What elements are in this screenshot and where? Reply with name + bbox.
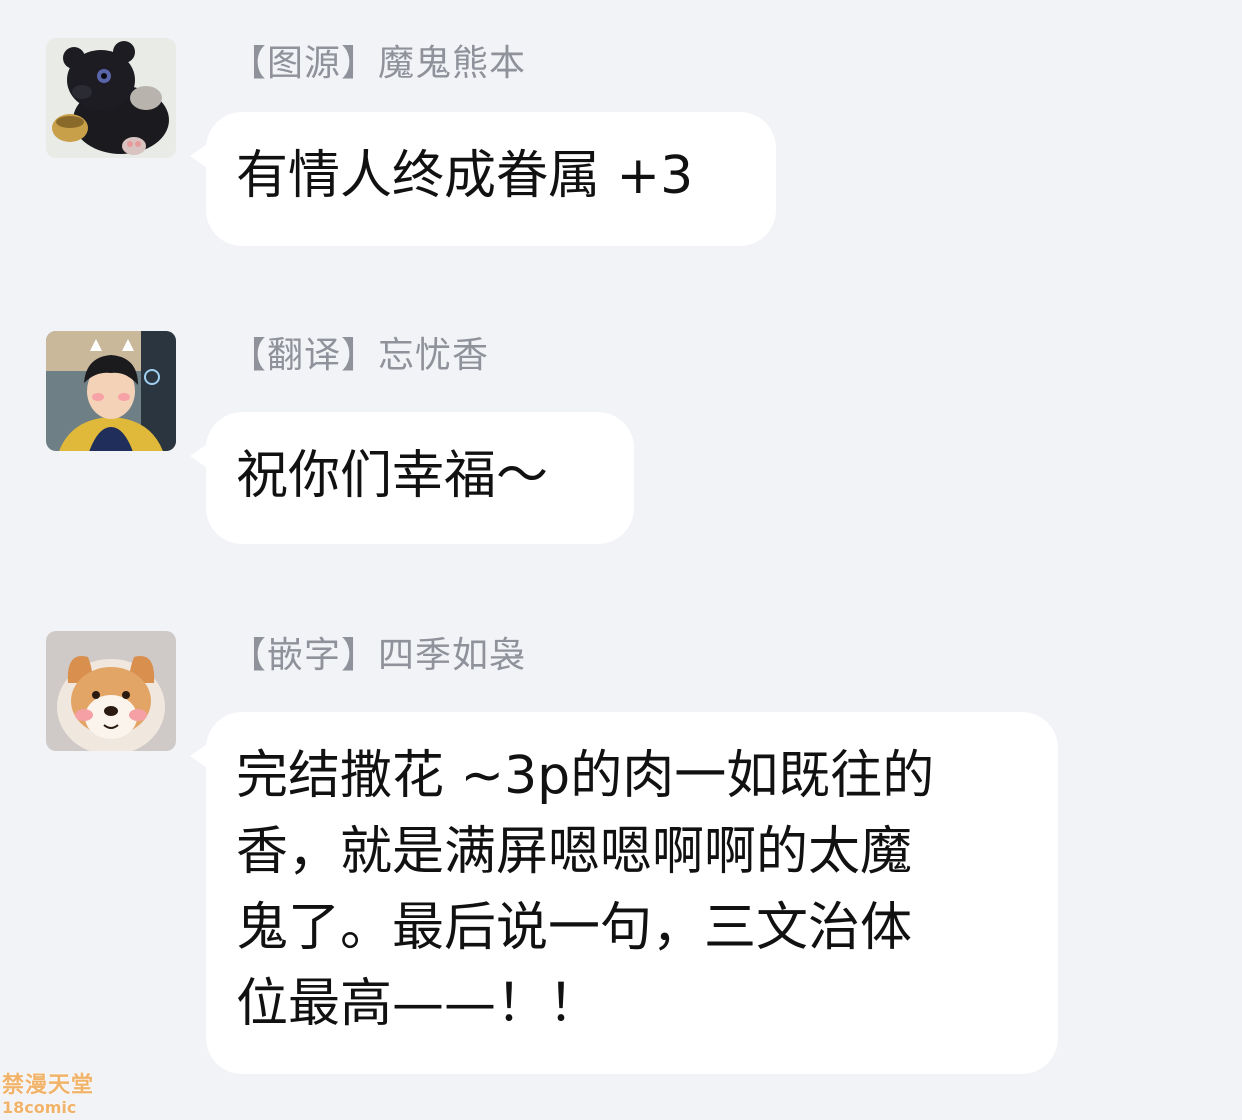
message-text-line: 位最高——！！	[236, 974, 601, 1034]
message-text: 有情人终成眷属 +3	[236, 146, 694, 206]
message-text-line: 香，就是满屏嗯嗯啊啊的太魔	[236, 822, 913, 882]
avatar-person-photo-icon[interactable]	[46, 331, 176, 451]
watermark-subtitle: 18comic	[2, 1098, 77, 1117]
avatar-shiba-dog-icon[interactable]	[46, 631, 176, 751]
message-text-line: 完结撒花 ~3p的肉一如既往的	[236, 746, 935, 806]
watermark-logo: 禁漫天堂 18comic	[2, 1073, 112, 1119]
avatar-black-bear-icon[interactable]	[46, 38, 176, 158]
message-bubble[interactable]: 完结撒花 ~3p的肉一如既往的 香，就是满屏嗯嗯啊啊的太魔 鬼了。最后说一句，三…	[206, 712, 1058, 1074]
message-bubble[interactable]: 祝你们幸福～	[206, 412, 634, 544]
sender-name: 【嵌字】四季如袅	[230, 635, 527, 676]
sender-name: 【图源】魔鬼熊本	[230, 43, 527, 84]
message-text-line: 鬼了。最后说一句，三文治体	[236, 898, 913, 958]
sender-name: 【翻译】忘忧香	[230, 335, 490, 376]
watermark-title: 禁漫天堂	[2, 1073, 95, 1098]
message-bubble[interactable]: 有情人终成眷属 +3	[206, 112, 776, 246]
message-text: 祝你们幸福～	[236, 446, 549, 506]
